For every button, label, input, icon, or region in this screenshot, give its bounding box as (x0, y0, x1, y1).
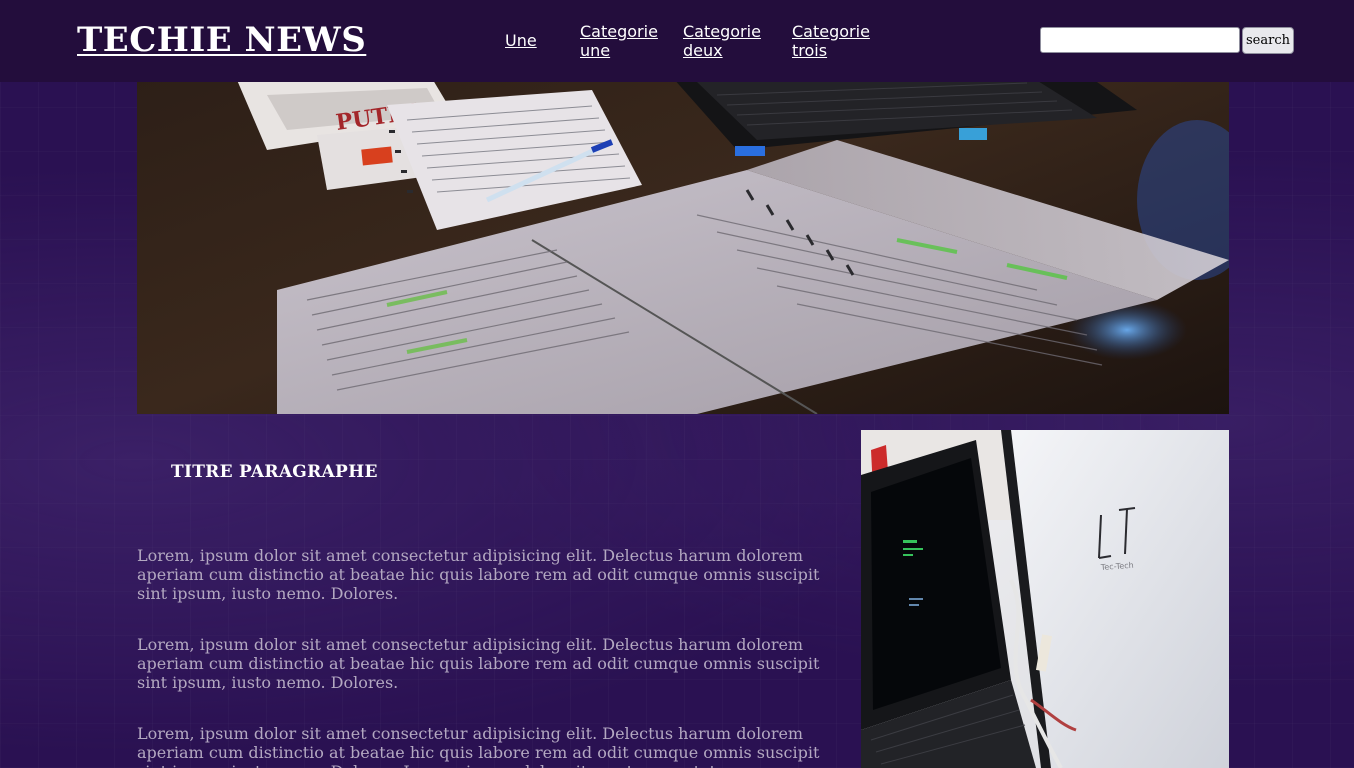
nav-link-categorie-trois[interactable]: Categorie trois (792, 22, 878, 60)
paragraph: Lorem, ipsum dolor sit amet consectetur … (137, 724, 820, 768)
search-input[interactable] (1040, 27, 1240, 53)
nav-link-categorie-une[interactable]: Categorie une (580, 22, 666, 60)
paragraph: Lorem, ipsum dolor sit amet consectetur … (137, 546, 820, 603)
nav-link-categorie-deux[interactable]: Categorie deux (683, 22, 769, 60)
site-logo[interactable]: TECHIE NEWS (77, 18, 366, 62)
paragraph-title: TITRE PARAGRAPHE (171, 462, 378, 482)
paragraph: Lorem, ipsum dolor sit amet consectetur … (137, 635, 820, 692)
side-image: Tec-Tech (861, 430, 1229, 768)
search-button[interactable]: search (1242, 27, 1294, 54)
site-header: TECHIE NEWS Une Categorie une Categorie … (0, 0, 1354, 82)
nav-link-une[interactable]: Une (505, 31, 537, 50)
